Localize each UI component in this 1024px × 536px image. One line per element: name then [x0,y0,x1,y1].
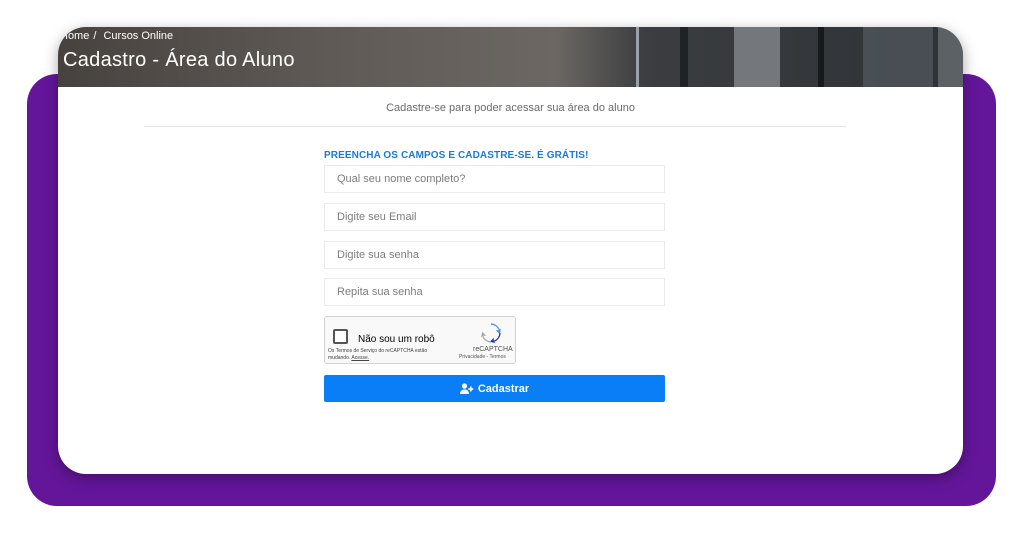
page-subtitle: Cadastre-se para poder acessar sua área … [386,102,635,114]
name-input[interactable] [325,166,664,192]
recaptcha-terms-text: Os Termos de Serviço do reCAPTCHA estão … [328,348,428,361]
email-input[interactable] [325,204,664,230]
confirm-password-input[interactable] [325,279,664,305]
user-plus-icon [459,383,474,394]
recaptcha-widget: Não sou um robô Os Termos de Serviço do … [324,316,516,364]
register-button[interactable]: Cadastrar [324,375,665,402]
page-card: Home / Cursos Online Cadastro - Área do A… [58,27,963,474]
register-button-label: Cadastrar [477,382,530,395]
breadcrumb: Home / Cursos Online [60,30,177,42]
recaptcha-logo-icon [480,323,502,344]
recaptcha-label: Não sou um robô [358,334,435,345]
recaptcha-privacy-links[interactable]: Privacidade - Termos [459,354,506,360]
breadcrumb-home-link[interactable]: Home [60,30,89,42]
page-title: Cadastro - Área do Aluno [63,49,295,71]
password-input[interactable] [325,242,664,268]
breadcrumb-current[interactable]: Cursos Online [103,30,173,42]
recaptcha-terms-link[interactable]: Acesse. [351,355,369,361]
divider [144,126,846,127]
breadcrumb-separator: / [93,30,97,42]
confirm-password-field-wrapper [324,278,665,306]
password-field-wrapper [324,241,665,269]
form-heading: PREENCHA OS CAMPOS E CADASTRE-SE. É GRÁT… [324,150,589,161]
recaptcha-brand: reCAPTCHA [473,346,513,353]
signup-form: PREENCHA OS CAMPOS E CADASTRE-SE. É GRÁT… [324,150,665,402]
hero-banner: Home / Cursos Online Cadastro - Área do A… [58,27,963,87]
recaptcha-terms: Os Termos de Serviço do reCAPTCHA estão … [328,348,448,362]
email-field-wrapper [324,203,665,231]
recaptcha-checkbox[interactable] [333,329,348,344]
name-field-wrapper [324,165,665,193]
